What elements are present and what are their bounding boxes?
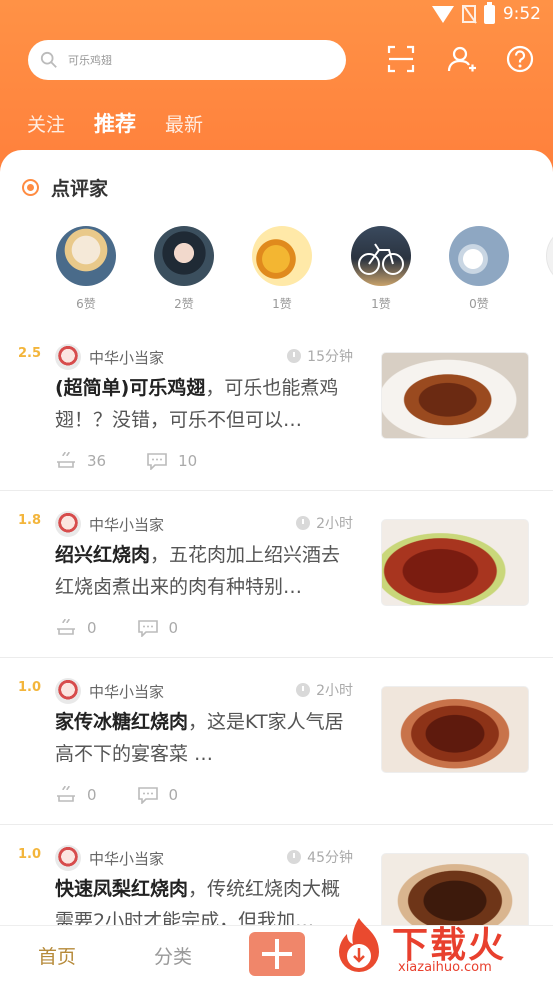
post-description: 绍兴红烧肉，五花肉加上绍兴酒去红烧卤煮出来的肉有种特别… — [55, 539, 355, 603]
cooked-count: 36 — [87, 452, 107, 470]
status-time: 9:52 — [502, 4, 541, 24]
search-placeholder: 可乐鸡翅 — [68, 54, 112, 67]
clock-icon — [287, 850, 302, 864]
reviewer-item[interactable]: 1赞 — [350, 226, 412, 312]
avatar — [154, 226, 214, 286]
nav-home[interactable]: 首页 — [38, 942, 76, 969]
post-title: (超简单)可乐鸡翅 — [55, 377, 206, 399]
comment-icon[interactable] — [137, 619, 159, 637]
reviewers-header: 点评家 — [22, 174, 108, 201]
reviewers-title: 点评家 — [51, 178, 109, 200]
post-author-row: 中华小当家 — [55, 678, 164, 704]
reviewer-item[interactable]: 1赞 — [251, 226, 313, 312]
search-input[interactable]: 可乐鸡翅 — [28, 40, 346, 80]
post-author: 中华小当家 — [89, 682, 165, 701]
avatar[interactable] — [546, 226, 553, 286]
post-author-row: 中华小当家 — [55, 511, 164, 537]
watermark: 下载火 xiazaihuo.com — [328, 912, 553, 983]
post-stats: 0 0 — [55, 786, 178, 804]
post-author: 中华小当家 — [89, 348, 165, 367]
avatar — [252, 226, 312, 286]
post-score: 1.0 — [18, 680, 42, 695]
clock-icon — [296, 516, 311, 530]
author-avatar — [55, 678, 81, 704]
wifi-icon — [431, 5, 454, 23]
reviewer-likes: 2赞 — [174, 297, 194, 311]
post-card[interactable]: 1.0 中华小当家 45分钟 快速凤梨红烧肉，传统红烧肉大概需要2小时才能完成，… — [0, 825, 553, 925]
post-image[interactable] — [381, 352, 529, 439]
post-author-row: 中华小当家 — [55, 845, 164, 871]
post-card[interactable]: 1.8 中华小当家 2小时 绍兴红烧肉，五花肉加上绍兴酒去红烧卤煮出来的肉有种特… — [0, 491, 553, 658]
add-button[interactable] — [249, 932, 305, 976]
feed-tabs: 关注 推荐 最新 — [0, 106, 553, 138]
clock-icon — [296, 683, 311, 697]
reviewer-likes: 0赞 — [469, 297, 489, 311]
post-image[interactable] — [381, 686, 529, 773]
post-stats: 0 0 — [55, 619, 178, 637]
post-score: 1.0 — [18, 847, 42, 862]
post-title: 绍兴红烧肉 — [55, 544, 151, 566]
post-score: 2.5 — [18, 346, 42, 361]
avatar — [449, 226, 509, 286]
post-description: 快速凤梨红烧肉，传统红烧肉大概需要2小时才能完成，但我加… — [55, 873, 355, 925]
post-score: 1.8 — [18, 513, 42, 528]
post-title: 家传冰糖红烧肉 — [55, 711, 189, 733]
nav-category[interactable]: 分类 — [154, 942, 192, 969]
post-time: 15分钟 — [287, 346, 353, 366]
clock-icon — [287, 349, 302, 363]
battery-icon — [483, 1, 495, 24]
post-card[interactable]: 2.5 中华小当家 15分钟 (超简单)可乐鸡翅，可乐也能煮鸡翅！？没错，可乐不… — [0, 324, 553, 491]
post-description: 家传冰糖红烧肉，这是KT家人气居高不下的宴客菜 … — [55, 706, 355, 770]
content-panel: 点评家 6赞 2赞 1赞 1赞 0赞 2.5 中华小当家 15分钟 (超简单)可… — [0, 150, 553, 925]
post-description: (超简单)可乐鸡翅，可乐也能煮鸡翅！？没错，可乐不但可以… — [55, 372, 355, 436]
reviewer-item[interactable]: 0赞 — [448, 226, 510, 312]
cooked-count: 0 — [87, 619, 97, 637]
comment-icon[interactable] — [146, 452, 168, 470]
scan-icon[interactable] — [386, 44, 416, 74]
reviewer-likes: 1赞 — [371, 297, 391, 311]
post-author-row: 中华小当家 — [55, 344, 164, 370]
cooked-icon — [57, 786, 75, 802]
post-card[interactable]: 1.0 中华小当家 2小时 家传冰糖红烧肉，这是KT家人气居高不下的宴客菜 … … — [0, 658, 553, 825]
author-avatar — [55, 511, 81, 537]
post-time: 2小时 — [296, 513, 353, 533]
watermark-url: xiazaihuo.com — [398, 960, 492, 975]
help-icon[interactable] — [505, 44, 535, 74]
avatar — [351, 226, 411, 286]
cooked-icon — [57, 619, 75, 635]
post-image[interactable] — [381, 519, 529, 606]
flame-logo-icon — [339, 918, 379, 972]
post-time: 2小时 — [296, 680, 353, 700]
cooked-count: 0 — [87, 786, 97, 804]
avatar — [56, 226, 116, 286]
comment-icon[interactable] — [137, 786, 159, 804]
tab-latest[interactable]: 最新 — [165, 110, 203, 137]
comment-count: 0 — [168, 619, 179, 637]
comment-count: 10 — [178, 452, 198, 470]
cooked-icon — [57, 452, 75, 468]
reviewer-item[interactable]: 6赞 — [55, 226, 117, 312]
reviewer-likes: 1赞 — [272, 297, 292, 311]
reviewer-likes: 6赞 — [76, 297, 96, 311]
status-bar: 9:52 — [0, 0, 553, 32]
add-friend-icon[interactable] — [447, 44, 477, 74]
post-author: 中华小当家 — [89, 849, 165, 868]
post-author: 中华小当家 — [89, 515, 165, 534]
author-avatar — [55, 845, 81, 871]
reviewer-item[interactable]: 2赞 — [153, 226, 215, 312]
section-dot-icon — [22, 179, 39, 196]
author-avatar — [55, 344, 81, 370]
search-icon — [40, 51, 57, 68]
post-title: 快速凤梨红烧肉 — [55, 878, 189, 900]
post-time: 45分钟 — [287, 847, 353, 867]
comment-count: 0 — [168, 786, 179, 804]
post-stats: 36 10 — [55, 452, 197, 470]
tab-follow[interactable]: 关注 — [27, 110, 65, 137]
tab-recommend[interactable]: 推荐 — [94, 108, 136, 138]
no-sim-icon — [461, 5, 476, 23]
